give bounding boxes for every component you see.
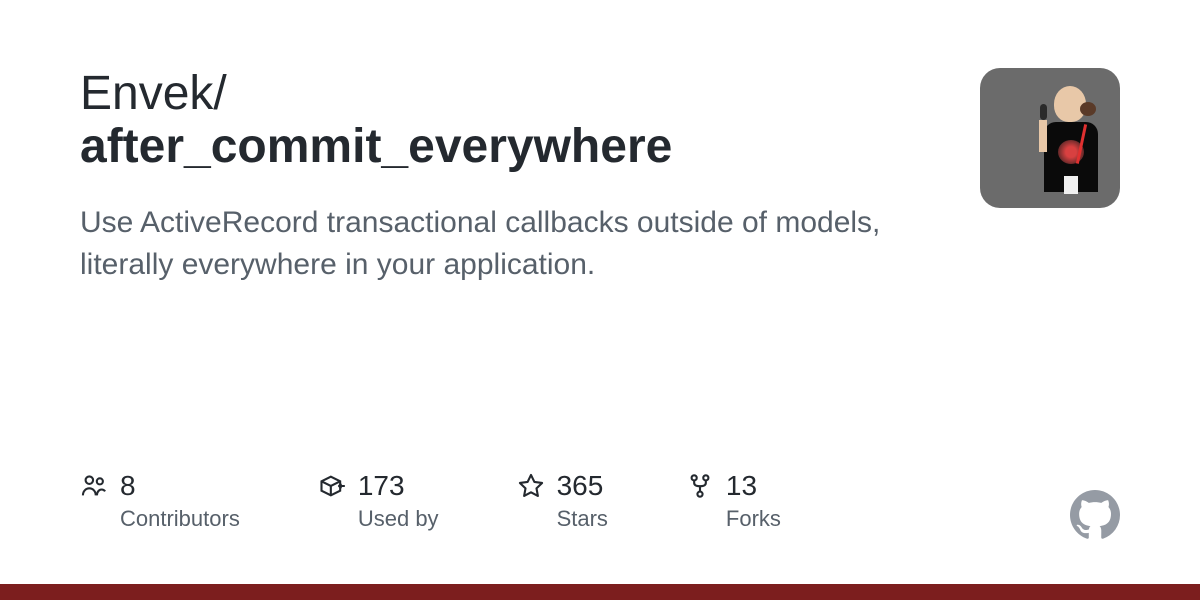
stat-value: 365 — [557, 470, 604, 502]
stat-usedby[interactable]: 173 Used by — [318, 470, 439, 532]
avatar[interactable] — [980, 68, 1120, 208]
stat-value: 13 — [726, 470, 757, 502]
repo-name[interactable]: after_commit_everywhere — [80, 121, 960, 174]
stat-label: Stars — [557, 506, 608, 532]
stat-label: Contributors — [120, 506, 240, 532]
stat-label: Used by — [358, 506, 439, 532]
owner-name[interactable]: Envek — [80, 67, 213, 120]
stat-contributors[interactable]: 8 Contributors — [80, 470, 240, 532]
fork-icon — [686, 472, 714, 500]
stat-stars[interactable]: 365 Stars — [517, 470, 608, 532]
star-icon — [517, 472, 545, 500]
package-dependents-icon — [318, 472, 346, 500]
stat-forks[interactable]: 13 Forks — [686, 470, 781, 532]
repo-description: Use ActiveRecord transactional callbacks… — [80, 202, 940, 286]
repo-title-block: Envek/ after_commit_everywhere Use Activ… — [80, 68, 960, 286]
stats-row: 8 Contributors 173 Used by 365 Stars — [80, 470, 781, 532]
stat-value: 8 — [120, 470, 136, 502]
github-logo-icon[interactable] — [1070, 490, 1120, 540]
accent-bar — [0, 584, 1200, 600]
stat-label: Forks — [726, 506, 781, 532]
people-icon — [80, 472, 108, 500]
stat-value: 173 — [358, 470, 405, 502]
owner-separator: / — [213, 67, 226, 120]
